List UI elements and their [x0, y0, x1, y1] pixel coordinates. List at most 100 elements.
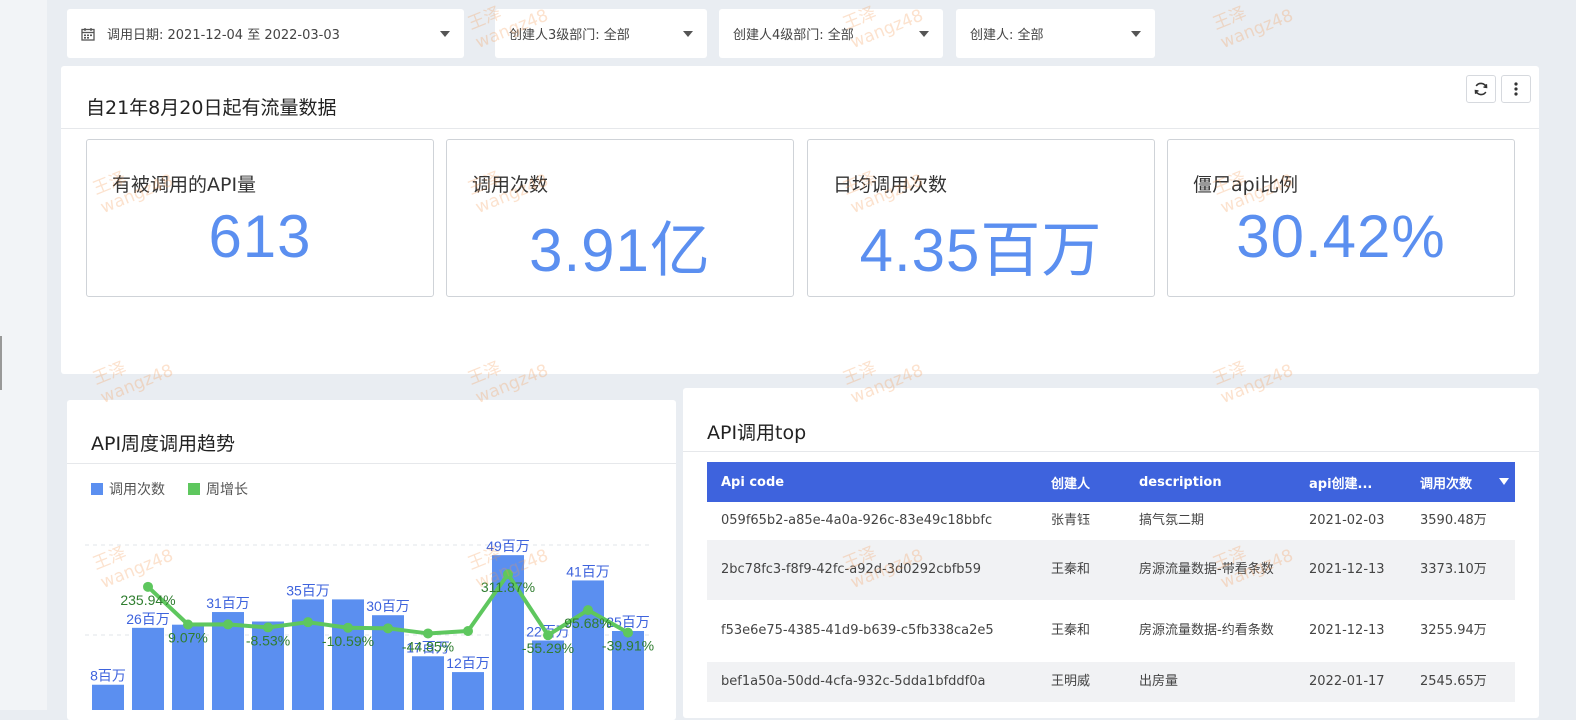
overview-title: 自21年8月20日起有流量数据 [86, 97, 337, 119]
dept4-filter[interactable]: 创建人4级部门: 全部 [719, 9, 943, 58]
cell-created: 2022-01-17 [1295, 662, 1406, 702]
cell-api-code: f53e6e75-4385-41d9-b639-c5fb338ca2e5 [721, 623, 994, 638]
dept4-filter-label: 创建人4级部门: 全部 [733, 28, 854, 43]
kpi-card-api-count: 有被调用的API量 613 [86, 139, 434, 297]
col-header-call-count[interactable]: 调用次数 [1406, 462, 1515, 502]
divider [61, 128, 1539, 129]
weekly-trend-title: API周度调用趋势 [91, 433, 236, 455]
cell-call-count: 3373.10万 [1406, 540, 1515, 600]
dept3-filter[interactable]: 创建人3级部门: 全部 [495, 9, 707, 58]
cell-description: 房源流量数据-带看条数 [1125, 540, 1295, 600]
creator-filter-label: 创建人: 全部 [970, 28, 1044, 43]
kpi-card-call-count: 调用次数 3.91亿 [446, 139, 794, 297]
growth-point [543, 630, 553, 641]
col-header-creator[interactable]: 创建人 [1037, 462, 1125, 502]
cell-created: 2021-02-03 [1309, 513, 1385, 528]
cell-description: 房源流量数据-约看条数 [1139, 623, 1274, 638]
col-header-api-code[interactable]: Api code [707, 462, 1037, 502]
refresh-button[interactable] [1466, 75, 1496, 103]
bar [92, 684, 124, 710]
growth-point [343, 622, 353, 633]
bar [332, 599, 364, 710]
table-header-row: Api code 创建人 description api创建... 调用次数 [707, 462, 1515, 502]
kpi-value: 613 [208, 203, 312, 270]
kpi-card-zombie-ratio: 僵尸api比例 30.42% [1167, 139, 1515, 297]
kpi-value: 3.91亿 [529, 217, 711, 284]
growth-label: -44.85% [402, 638, 454, 654]
cell-creator: 王明威 [1037, 662, 1125, 702]
sort-desc-icon[interactable] [1499, 478, 1509, 485]
kpi-card-daily-avg: 日均调用次数 4.35百万 [807, 139, 1155, 297]
divider [683, 451, 1539, 452]
chevron-down-icon [440, 30, 450, 37]
date-filter-label: 调用日期: 2021-12-04 至 2022-03-03 [107, 28, 340, 43]
cell-created: 2021-12-13 [1295, 540, 1406, 600]
legend-label: 周增长 [206, 482, 248, 498]
growth-label: 95.68% [564, 615, 611, 631]
calendar-icon [81, 27, 95, 41]
table-row[interactable]: f53e6e75-4385-41d9-b639-c5fb338ca2e5 王秦和… [707, 600, 1515, 662]
bar [572, 580, 604, 710]
growth-point [263, 622, 273, 633]
left-edge [0, 0, 47, 710]
cell-api-code: 059f65b2-a85e-4a0a-926c-83e49c18bbfc [721, 513, 993, 528]
kpi-label: 日均调用次数 [833, 174, 948, 196]
growth-point [383, 623, 393, 634]
more-vertical-icon [1514, 82, 1518, 96]
kpi-label: 调用次数 [472, 174, 549, 196]
growth-point [583, 605, 593, 616]
table-row[interactable]: 059f65b2-a85e-4a0a-926c-83e49c18bbfc 张青钰… [707, 502, 1515, 540]
cell-description: 出房量 [1125, 662, 1295, 702]
growth-label: -39.91% [602, 638, 654, 654]
bar-label: 30百万 [366, 598, 410, 614]
growth-label: 9.07% [168, 629, 208, 645]
bar [132, 627, 164, 710]
more-options-button[interactable] [1501, 75, 1531, 103]
kpi-value: 30.42% [1236, 203, 1446, 270]
legend-item-growth[interactable]: 周增长 [188, 479, 248, 499]
bar-label: 12百万 [446, 655, 490, 671]
cell-description: 搞气氛二期 [1139, 513, 1205, 528]
chevron-down-icon [919, 30, 929, 37]
weekly-trend-chart: 8百万26百万31百万35百万30百万17百万12百万49百万22百万41百万2… [85, 538, 654, 710]
api-top-title: API调用top [707, 422, 807, 444]
col-header-description[interactable]: description [1125, 462, 1295, 502]
growth-point [623, 627, 633, 638]
bar-label: 8百万 [90, 668, 126, 684]
bar-label: 41百万 [566, 563, 610, 579]
bar [292, 599, 324, 710]
growth-label: -10.59% [322, 633, 374, 649]
divider [67, 463, 676, 464]
table-row[interactable]: bef1a50a-50dd-4cfa-932c-5dda1bfddf0a 王明威… [707, 662, 1515, 702]
table-row[interactable]: 2bc78fc3-f8f9-42fc-a92d-3d0292cbfb59 王秦和… [707, 540, 1515, 600]
bar-label: 35百万 [286, 582, 330, 598]
dept3-filter-label: 创建人3级部门: 全部 [509, 28, 630, 43]
growth-label: -8.53% [246, 632, 290, 648]
refresh-icon [1474, 82, 1488, 96]
growth-point [143, 581, 153, 592]
bar [412, 656, 444, 710]
legend-label: 调用次数 [109, 482, 165, 498]
kpi-label: 有被调用的API量 [112, 174, 257, 196]
legend-swatch [91, 483, 103, 495]
bar-label: 49百万 [486, 538, 530, 554]
api-top-table: Api code 创建人 description api创建... 调用次数 0… [707, 462, 1515, 702]
left-scroll-marker [0, 336, 2, 390]
legend-item-calls[interactable]: 调用次数 [91, 479, 165, 499]
creator-filter[interactable]: 创建人: 全部 [956, 9, 1155, 58]
cell-creator: 张青钰 [1051, 513, 1091, 528]
cell-call-count: 2545.65万 [1406, 662, 1515, 702]
legend-swatch [188, 483, 200, 495]
kpi-value: 4.35百万 [859, 217, 1103, 284]
growth-point [223, 619, 233, 630]
growth-point [423, 628, 433, 639]
chevron-down-icon [1131, 30, 1141, 37]
cell-creator: 王秦和 [1051, 623, 1091, 638]
growth-point [463, 625, 473, 636]
growth-point [183, 619, 193, 630]
col-header-label: 调用次数 [1420, 476, 1473, 492]
growth-point [303, 617, 313, 628]
date-filter[interactable]: 调用日期: 2021-12-04 至 2022-03-03 [67, 9, 464, 58]
cell-created: 2021-12-13 [1309, 623, 1385, 638]
col-header-created[interactable]: api创建... [1295, 462, 1406, 502]
